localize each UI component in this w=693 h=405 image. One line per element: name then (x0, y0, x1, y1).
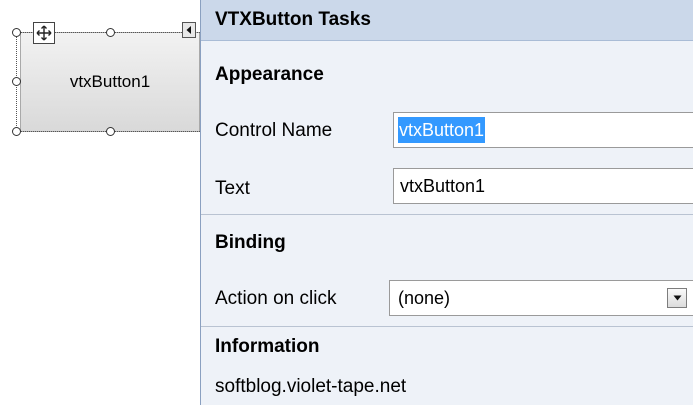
resize-handle-middle-left[interactable] (12, 77, 21, 86)
section-divider (201, 214, 693, 215)
control-name-selected-text: vtxButton1 (398, 117, 486, 143)
vtx-button-control[interactable]: vtxButton1 (20, 32, 200, 132)
move-arrows-icon[interactable] (33, 22, 55, 44)
control-name-label: Control Name (215, 120, 333, 141)
resize-handle-bottom-left[interactable] (12, 127, 21, 136)
chevron-down-icon[interactable] (667, 288, 687, 308)
action-on-click-value: (none) (398, 287, 451, 308)
resize-handle-top-left[interactable] (12, 28, 21, 37)
action-on-click-label: Action on click (215, 288, 337, 309)
resize-handle-bottom-middle[interactable] (106, 127, 115, 136)
section-heading-information: Information (215, 336, 320, 357)
button-caption: vtxButton1 (69, 72, 151, 91)
text-input[interactable] (393, 168, 693, 204)
section-heading-binding: Binding (215, 232, 286, 253)
text-label: Text (215, 178, 250, 199)
resize-handle-top-middle[interactable] (106, 28, 115, 37)
section-heading-appearance: Appearance (215, 64, 324, 85)
design-surface: vtxButton1 (0, 0, 210, 160)
action-on-click-select[interactable]: (none) (389, 280, 693, 316)
panel-title: VTXButton Tasks (201, 0, 693, 41)
tasks-panel: VTXButton Tasks Appearance Control Name … (200, 0, 693, 405)
smart-tag-arrow-icon[interactable] (182, 22, 196, 38)
section-divider (201, 326, 693, 327)
information-text: softblog.violet-tape.net (215, 376, 407, 397)
